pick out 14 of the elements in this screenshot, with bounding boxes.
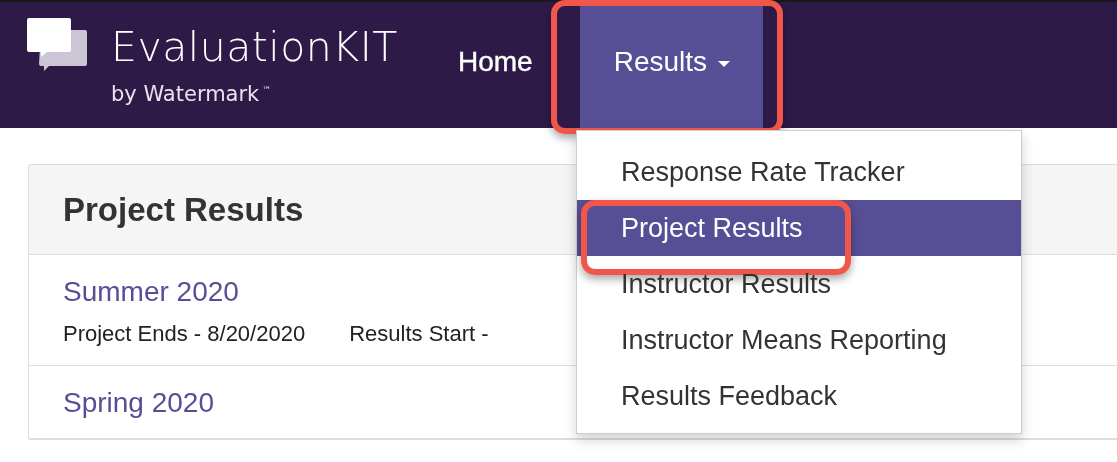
nav-tab[interactable]: Home	[431, 2, 565, 128]
panel-title: Project Results	[63, 190, 304, 229]
menu-item[interactable]: Project Results	[577, 200, 1021, 256]
project-detail: Results Start -	[349, 321, 489, 347]
menu-item[interactable]: Instructor Results	[577, 256, 1021, 312]
brand-tagline: by Watermark$^{™}$	[111, 81, 272, 108]
project-link[interactable]: Summer 2020	[63, 275, 239, 309]
caret-icon	[718, 60, 731, 67]
menu-item[interactable]: Instructor Means Reporting	[577, 312, 1021, 368]
project-link[interactable]: Spring 2020	[63, 386, 214, 420]
brand-name: EvaluationKIT	[111, 24, 398, 70]
project-detail: Project Ends - 8/20/2020	[63, 321, 306, 347]
menu-item[interactable]: Results Feedback	[577, 368, 1021, 424]
menu-item[interactable]: Response Rate Tracker	[577, 144, 1021, 200]
